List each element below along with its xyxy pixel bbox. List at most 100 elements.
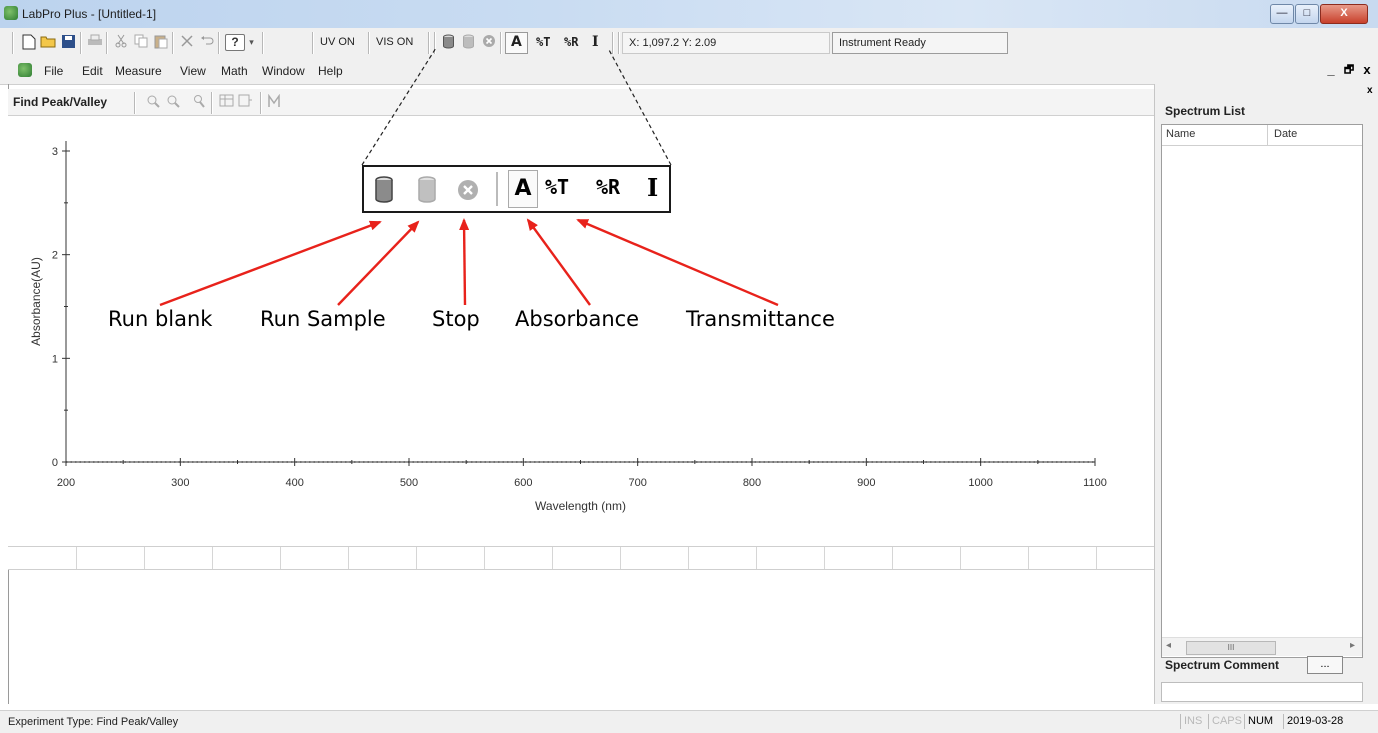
- absorbance-button[interactable]: A: [505, 32, 528, 54]
- table-column-cell[interactable]: [620, 547, 621, 569]
- minimize-button[interactable]: —: [1270, 4, 1294, 24]
- copy-icon[interactable]: [132, 34, 149, 51]
- x-tick-label: 400: [285, 477, 303, 489]
- zoom-out-icon[interactable]: [165, 94, 180, 109]
- transmittance-button[interactable]: %T: [532, 33, 554, 51]
- x-tick-label: 200: [57, 477, 75, 489]
- label-absorbance: Absorbance: [515, 307, 640, 331]
- menu-view[interactable]: View: [180, 64, 206, 78]
- status-bar: Experiment Type: Find Peak/Valley INS CA…: [0, 710, 1378, 733]
- toolbar-separator: [211, 92, 213, 114]
- document-icon[interactable]: [18, 63, 32, 77]
- menu-measure[interactable]: Measure: [115, 64, 162, 78]
- experiment-type-status: Experiment Type: Find Peak/Valley: [8, 716, 179, 728]
- run-blank-icon[interactable]: [440, 34, 457, 51]
- open-folder-icon[interactable]: [40, 34, 57, 51]
- cut-icon[interactable]: [112, 34, 129, 51]
- table-column-cell[interactable]: [552, 547, 553, 569]
- mdi-restore-button[interactable]: 🗗: [1342, 62, 1356, 78]
- intensity-button[interactable]: I: [588, 33, 603, 51]
- scroll-thumb[interactable]: III: [1186, 641, 1276, 655]
- label-run-sample: Run Sample: [260, 307, 386, 331]
- x-tick-label: 500: [400, 477, 418, 489]
- plot-toolbar: Find Peak/Valley: [8, 89, 1154, 116]
- title-bar: LabPro Plus - [Untitled-1] — □ X: [0, 0, 1378, 28]
- table-column-cell[interactable]: [416, 547, 417, 569]
- intensity-button-zoom: I: [647, 173, 659, 202]
- table-column-cell[interactable]: [688, 547, 689, 569]
- table-column-cell[interactable]: [144, 547, 145, 569]
- table-column-cell[interactable]: [960, 547, 961, 569]
- date-indicator: 2019-03-28: [1283, 714, 1346, 729]
- comment-edit-button[interactable]: ...: [1307, 656, 1343, 674]
- x-tick-label: 800: [743, 477, 761, 489]
- table-column-cell[interactable]: [1028, 547, 1029, 569]
- label-run-blank: Run blank: [108, 307, 213, 331]
- zoom-fit-icon[interactable]: [191, 94, 206, 109]
- column-date[interactable]: Date: [1274, 128, 1297, 140]
- menu-math[interactable]: Math: [221, 64, 248, 78]
- zoom-in-icon[interactable]: [145, 94, 160, 109]
- help-dropdown-icon[interactable]: ▾: [243, 34, 260, 51]
- reflectance-button[interactable]: %R: [560, 33, 582, 51]
- menu-edit[interactable]: Edit: [82, 64, 103, 78]
- uv-on-button[interactable]: UV ON: [316, 33, 359, 51]
- spectrum-list[interactable]: Name Date ◂ III ▸: [1161, 124, 1363, 658]
- run-blank-icon: [374, 176, 394, 207]
- x-tick-label: 300: [171, 477, 189, 489]
- print-icon[interactable]: [86, 34, 103, 51]
- delete-icon[interactable]: [178, 34, 195, 51]
- table-column-cell[interactable]: [212, 547, 213, 569]
- results-table-header: [8, 546, 1165, 570]
- menu-window[interactable]: Window: [262, 64, 305, 78]
- stop-icon[interactable]: [480, 34, 497, 51]
- undo-icon[interactable]: [198, 34, 215, 51]
- table-column-cell[interactable]: [280, 547, 281, 569]
- maximize-button[interactable]: □: [1295, 4, 1319, 24]
- menu-file[interactable]: File: [44, 64, 63, 78]
- mdi-close-button[interactable]: x: [1360, 62, 1374, 78]
- peak-table-icon[interactable]: [219, 94, 234, 109]
- scroll-left-icon[interactable]: ◂: [1166, 640, 1171, 651]
- run-sample-icon[interactable]: [460, 34, 477, 51]
- menu-help[interactable]: Help: [318, 64, 343, 78]
- column-name[interactable]: Name: [1166, 128, 1195, 140]
- help-icon[interactable]: ?: [225, 34, 245, 51]
- table-column-cell[interactable]: [824, 547, 825, 569]
- panel-close-button[interactable]: x: [1367, 85, 1373, 96]
- y-tick-label: 0: [52, 457, 58, 469]
- toolbar-separator: [262, 32, 264, 54]
- instrument-status: Instrument Ready: [832, 32, 1008, 54]
- table-column-cell[interactable]: [348, 547, 349, 569]
- horizontal-scrollbar[interactable]: ◂ III ▸: [1162, 637, 1362, 656]
- table-column-cell[interactable]: [484, 547, 485, 569]
- report-icon[interactable]: [238, 94, 253, 109]
- ins-indicator: INS: [1180, 714, 1205, 729]
- scroll-right-icon[interactable]: ▸: [1350, 640, 1355, 651]
- vis-on-button[interactable]: VIS ON: [372, 33, 417, 51]
- new-file-icon[interactable]: [20, 34, 37, 51]
- y-tick-label: 1: [52, 353, 58, 365]
- table-column-cell[interactable]: [76, 547, 77, 569]
- stop-icon: [457, 179, 479, 204]
- peak-label-icon[interactable]: [266, 93, 281, 109]
- comment-field[interactable]: [1161, 682, 1363, 702]
- table-column-cell[interactable]: [756, 547, 757, 569]
- toolbar-zoom-callout: A %T %R I: [362, 165, 671, 213]
- menu-bar: File Edit Measure View Math Window Help …: [0, 58, 1378, 85]
- save-icon[interactable]: [60, 34, 77, 51]
- table-column-cell[interactable]: [892, 547, 893, 569]
- label-transmittance: Transmittance: [686, 307, 835, 331]
- paste-icon[interactable]: [152, 34, 169, 51]
- spectrum-panel: x Spectrum List Name Date ◂ III ▸ Spectr…: [1154, 84, 1378, 704]
- column-divider[interactable]: [1267, 125, 1268, 145]
- close-button[interactable]: X: [1320, 4, 1368, 24]
- y-tick-label: 3: [52, 146, 58, 158]
- caps-indicator: CAPS: [1208, 714, 1245, 729]
- app-icon: [4, 6, 18, 20]
- toolbar-separator: [612, 32, 614, 54]
- spectrum-comment-title: Spectrum Comment: [1165, 658, 1280, 672]
- table-column-cell[interactable]: [1096, 547, 1097, 569]
- mdi-minimize-button[interactable]: _: [1324, 62, 1338, 78]
- x-tick-label: 1100: [1083, 477, 1107, 489]
